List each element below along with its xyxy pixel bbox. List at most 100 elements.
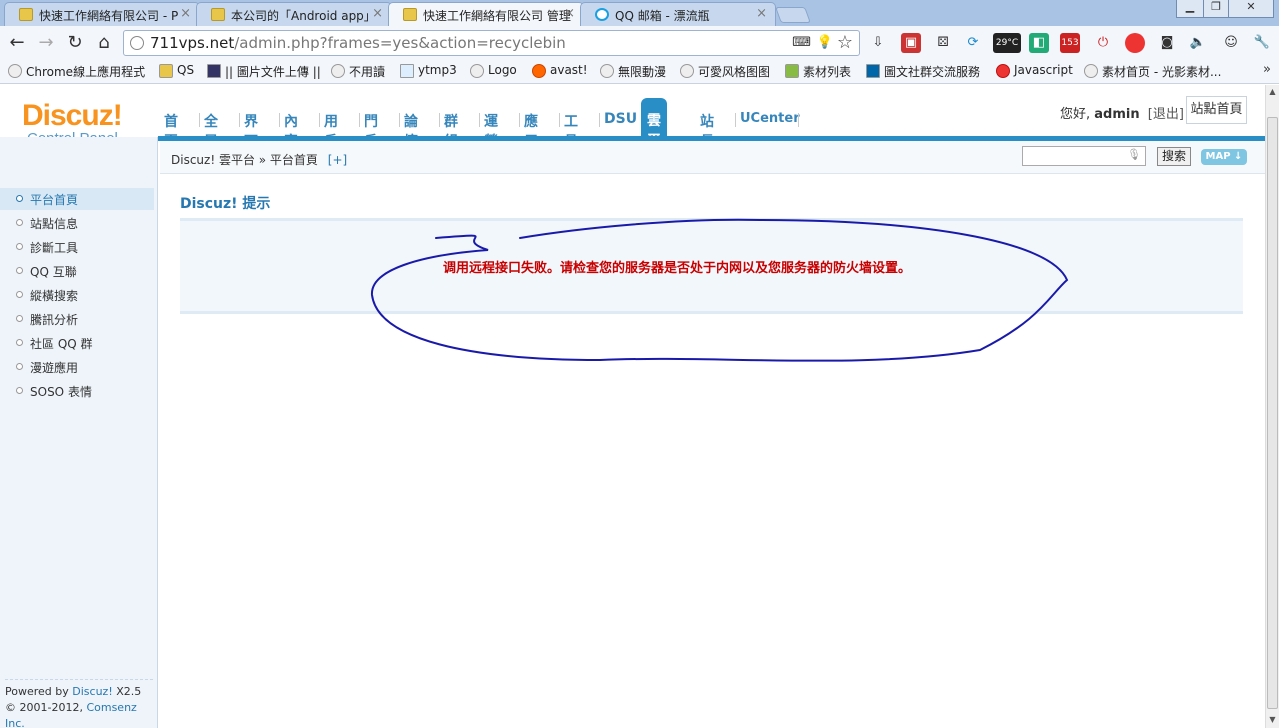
- cube-icon: [785, 64, 799, 78]
- sidebar-item-platform-home[interactable]: 平台首頁: [0, 188, 154, 210]
- ytmp3-icon: [400, 64, 414, 78]
- discuz-header: Discuz! Control Panel 首頁 全局 界面 內容 用戶 門戶 …: [0, 85, 1265, 169]
- powered-by: Powered by Discuz! X2.5 © 2001-2012, Com…: [5, 679, 153, 728]
- browser-tab-2[interactable]: 本公司的「Android app」 ×: [196, 2, 392, 26]
- new-tab-button[interactable]: [775, 7, 811, 23]
- camera-extension-icon[interactable]: ◙: [1157, 33, 1177, 53]
- logo-brand: Discuz!: [22, 99, 123, 132]
- breadcrumb: Discuz! 雲平台 » 平台首頁 [+]: [171, 151, 347, 168]
- nav-item-active[interactable]: 雲平台: [641, 98, 667, 169]
- close-window-button[interactable]: ✕: [1228, 0, 1274, 18]
- browser-tab-strip: 快速工作網絡有限公司 - P × 本公司的「Android app」 × 快速工…: [0, 0, 1279, 26]
- bookmark-item[interactable]: 不用讀: [331, 63, 385, 80]
- globe-icon: [470, 64, 484, 78]
- bookmark-item[interactable]: Logo: [470, 63, 517, 78]
- keyboard-icon[interactable]: ⌨: [792, 35, 811, 50]
- bookmark-item[interactable]: 素材首页 - 光影素材...: [1084, 63, 1221, 80]
- speaker-extension-icon[interactable]: 🔈: [1188, 33, 1208, 53]
- back-arrow-icon[interactable]: ←: [6, 32, 28, 54]
- sidebar-item-search[interactable]: 縱橫搜索: [0, 284, 154, 306]
- bookmark-item[interactable]: 素材列表: [785, 63, 851, 80]
- bookmark-item[interactable]: ytmp3: [400, 63, 457, 78]
- sidebar-item-diagnostics[interactable]: 診斷工具: [0, 236, 154, 258]
- scrollbar-thumb[interactable]: [1267, 117, 1278, 709]
- map-button[interactable]: MAP ↓: [1201, 149, 1247, 165]
- home-icon[interactable]: ⌂: [93, 32, 115, 54]
- cube-extension-icon[interactable]: ▣: [901, 33, 921, 53]
- forward-arrow-icon[interactable]: →: [35, 32, 57, 54]
- bookmark-item[interactable]: 無限動漫: [600, 63, 666, 80]
- bookmark-item[interactable]: avast!: [532, 63, 588, 78]
- add-shortcut-link[interactable]: [+]: [328, 153, 347, 167]
- url-text[interactable]: 711vps.net/admin.php?frames=yes&action=r…: [150, 34, 566, 52]
- reload-icon[interactable]: ↻: [64, 32, 86, 54]
- download-extension-icon[interactable]: ⇩: [868, 33, 888, 53]
- tab-title: 快速工作網絡有限公司 - P: [39, 9, 179, 23]
- browser-tab-3-active[interactable]: 快速工作網絡有限公司 管理 ×: [388, 2, 584, 26]
- scroll-up-arrow-icon[interactable]: ▲: [1268, 87, 1277, 96]
- bullet-icon: [16, 243, 23, 250]
- weather-extension-icon[interactable]: 29°C: [993, 33, 1021, 53]
- sidebar-item-analytics[interactable]: 騰訊分析: [0, 308, 154, 330]
- scroll-down-arrow-icon[interactable]: ▼: [1268, 715, 1277, 724]
- lightbulb-icon[interactable]: 💡: [817, 35, 833, 50]
- sidebar-item-qq-group[interactable]: 社區 QQ 群: [0, 332, 154, 354]
- face-extension-icon[interactable]: ☺: [1221, 33, 1241, 53]
- user-greeting: 您好, admin [退出]: [1060, 103, 1184, 122]
- p-icon: [866, 64, 880, 78]
- globe-icon: [331, 64, 345, 78]
- sync-extension-icon[interactable]: ⟳: [963, 33, 983, 53]
- vertical-scrollbar[interactable]: ▲ ▼: [1265, 85, 1279, 728]
- bookmark-star-icon[interactable]: ☆: [837, 32, 853, 53]
- apps-icon: [8, 64, 22, 78]
- red-circle-extension-icon[interactable]: [1125, 33, 1145, 53]
- bullet-icon: [16, 339, 23, 346]
- microphone-icon[interactable]: 🎙: [1127, 148, 1141, 161]
- bullet-icon: [16, 387, 23, 394]
- nav-item[interactable]: DSU: [600, 111, 641, 127]
- gmail-extension-icon[interactable]: 153: [1060, 33, 1080, 53]
- sidebar-item-site-info[interactable]: 站點信息: [0, 212, 154, 234]
- browser-tab-1[interactable]: 快速工作網絡有限公司 - P ×: [4, 2, 200, 26]
- globe-icon: [600, 64, 614, 78]
- breadcrumb-text: Discuz! 雲平台 » 平台首頁: [171, 153, 318, 167]
- site-home-button[interactable]: 站點首頁: [1186, 96, 1247, 124]
- wrench-menu-icon[interactable]: 🔧: [1252, 33, 1272, 53]
- nav-item[interactable]: UCenter: [736, 111, 804, 126]
- logout-link[interactable]: [退出]: [1148, 107, 1184, 122]
- discuz-link[interactable]: Discuz!: [72, 685, 112, 698]
- sidebar-item-roaming-apps[interactable]: 漫遊應用: [0, 356, 154, 378]
- search-button[interactable]: 搜索: [1157, 147, 1191, 166]
- bookmark-item[interactable]: Chrome線上應用程式: [8, 63, 145, 80]
- bullet-icon: [16, 195, 23, 202]
- browser-toolbar: ← → ↻ ⌂ 711vps.net/admin.php?frames=yes&…: [0, 26, 1279, 60]
- search-input[interactable]: 🎙: [1022, 146, 1146, 166]
- close-tab-icon[interactable]: ×: [564, 6, 575, 21]
- sidebar-item-soso-emoji[interactable]: SOSO 表情: [0, 380, 154, 402]
- globe-icon: [680, 64, 694, 78]
- power-extension-icon[interactable]: ⏻: [1093, 33, 1113, 53]
- folder-icon: [159, 64, 173, 78]
- tab-title: 快速工作網絡有限公司 管理: [423, 9, 571, 23]
- browser-tab-4[interactable]: QQ 邮箱 - 漂流瓶 ×: [580, 2, 776, 26]
- bookmark-item[interactable]: QS: [159, 63, 194, 78]
- bookmark-item[interactable]: || 圖片文件上傳 ||: [207, 63, 321, 80]
- green-extension-icon[interactable]: ◧: [1029, 33, 1049, 53]
- minimize-window-button[interactable]: ▁: [1176, 0, 1204, 18]
- close-tab-icon[interactable]: ×: [756, 6, 767, 21]
- bookmarks-overflow-icon[interactable]: »: [1263, 62, 1271, 77]
- bookmark-item[interactable]: Javascript: [996, 63, 1073, 78]
- bullet-icon: [16, 291, 23, 298]
- maximize-window-button[interactable]: ❐: [1203, 0, 1229, 18]
- close-tab-icon[interactable]: ×: [372, 6, 383, 21]
- discuz-favicon-icon: [403, 8, 417, 21]
- sidebar: 平台首頁 站點信息 診斷工具 QQ 互聯 縱橫搜索 騰訊分析 社區 QQ 群 漫…: [0, 137, 158, 728]
- address-bar[interactable]: 711vps.net/admin.php?frames=yes&action=r…: [123, 30, 860, 56]
- dice-extension-icon[interactable]: ⚄: [933, 33, 953, 53]
- close-tab-icon[interactable]: ×: [180, 6, 191, 21]
- nav-separator: [798, 113, 799, 127]
- bookmark-item[interactable]: 圖文社群交流服務: [866, 63, 980, 80]
- bookmark-item[interactable]: 可愛风格图图: [680, 63, 770, 80]
- sidebar-item-qq-connect[interactable]: QQ 互聯: [0, 260, 154, 282]
- page-info-icon[interactable]: [130, 36, 144, 50]
